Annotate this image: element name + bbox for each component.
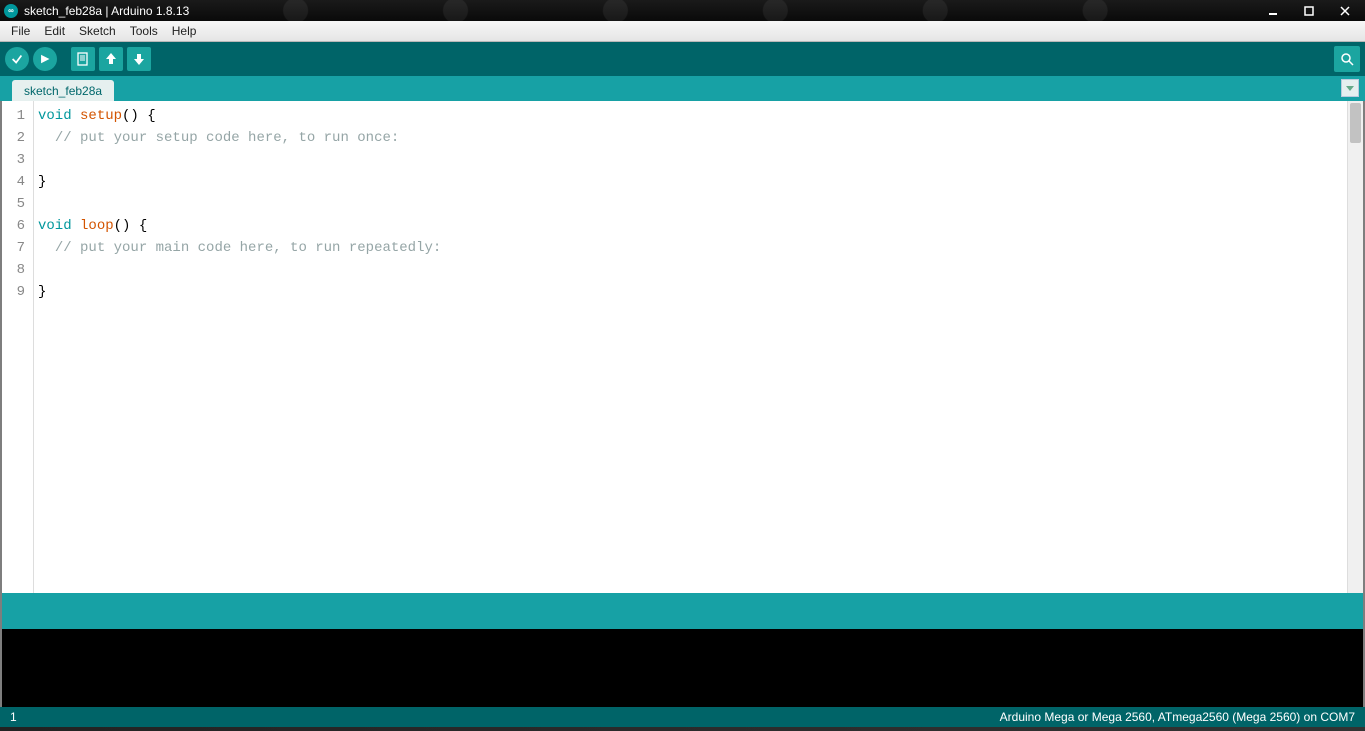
minimize-button[interactable] [1255, 1, 1291, 20]
menu-tools[interactable]: Tools [123, 22, 165, 40]
close-button[interactable] [1327, 1, 1363, 20]
menu-help[interactable]: Help [165, 22, 204, 40]
code-area[interactable]: void setup() { // put your setup code he… [34, 101, 1347, 593]
message-band [0, 593, 1365, 629]
open-sketch-button[interactable] [99, 47, 123, 71]
editor-scrollbar[interactable] [1347, 101, 1363, 593]
tab-sketch[interactable]: sketch_feb28a [12, 80, 114, 101]
board-port-status: Arduino Mega or Mega 2560, ATmega2560 (M… [1000, 710, 1355, 724]
titlebar: ∞ sketch_feb28a | Arduino 1.8.13 [0, 0, 1365, 21]
save-sketch-button[interactable] [127, 47, 151, 71]
menu-sketch[interactable]: Sketch [72, 22, 123, 40]
taskbar-background [189, 0, 1255, 21]
line-gutter: 1 2 3 4 5 6 7 8 9 [2, 101, 34, 593]
new-sketch-button[interactable] [71, 47, 95, 71]
scrollbar-thumb[interactable] [1350, 103, 1361, 143]
window-controls [1255, 1, 1363, 20]
menu-edit[interactable]: Edit [37, 22, 72, 40]
cursor-position: 1 [10, 710, 17, 724]
verify-button[interactable] [5, 47, 29, 71]
editor: 1 2 3 4 5 6 7 8 9 void setup() { // put … [0, 101, 1365, 593]
toolbar [0, 42, 1365, 76]
os-taskbar-sliver [0, 727, 1365, 731]
upload-button[interactable] [33, 47, 57, 71]
tab-menu-button[interactable] [1341, 79, 1359, 97]
serial-monitor-button[interactable] [1334, 46, 1360, 72]
arduino-logo-icon: ∞ [4, 4, 18, 18]
output-console[interactable] [0, 629, 1365, 707]
maximize-button[interactable] [1291, 1, 1327, 20]
status-bar: 1 Arduino Mega or Mega 2560, ATmega2560 … [0, 707, 1365, 727]
menu-file[interactable]: File [4, 22, 37, 40]
menubar: File Edit Sketch Tools Help [0, 21, 1365, 42]
window-title: sketch_feb28a | Arduino 1.8.13 [24, 4, 189, 18]
tabbar: sketch_feb28a [0, 76, 1365, 101]
